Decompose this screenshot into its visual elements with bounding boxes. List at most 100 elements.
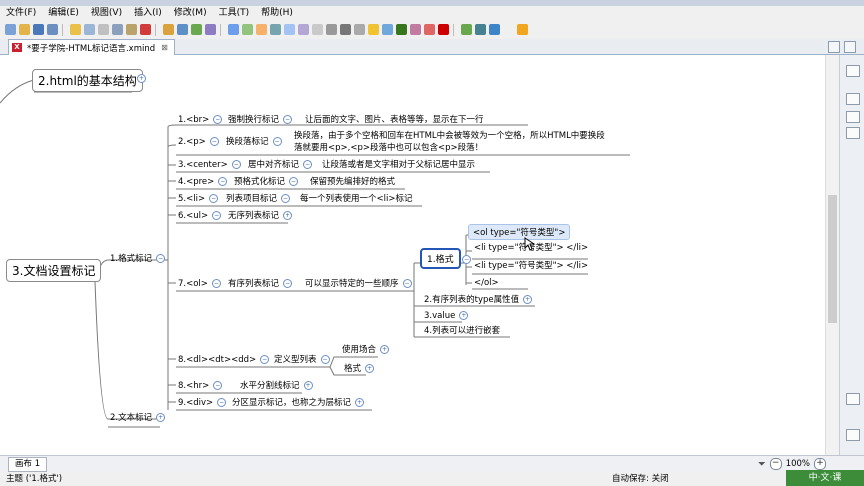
up-arrow-icon[interactable] bbox=[517, 24, 528, 35]
topic-ol-value[interactable]: 3.value + bbox=[424, 311, 469, 322]
topic-pre-desc[interactable]: 保留预先编排好的格式 bbox=[310, 177, 395, 188]
expand-text-tags-icon[interactable]: + bbox=[156, 413, 166, 422]
presentation-icon[interactable] bbox=[489, 24, 500, 35]
topic-ul[interactable]: 6.<ul> − bbox=[178, 211, 222, 222]
audio-icon[interactable] bbox=[368, 24, 379, 35]
topic-ol-line-1[interactable]: <ol type="符号类型"> bbox=[468, 224, 571, 240]
editor-tab[interactable]: X *要子学院-HTML标记语言.xmind ⊠ bbox=[8, 39, 175, 55]
collapse-format-icon[interactable]: − bbox=[156, 254, 166, 263]
topic-p-name[interactable]: 换段落标记 − bbox=[226, 137, 282, 148]
topic-center[interactable]: 3.<center> − bbox=[178, 160, 241, 171]
topic-dl[interactable]: 8.<dl><dt><dd> − bbox=[178, 355, 270, 366]
callout-icon[interactable] bbox=[205, 24, 216, 35]
topic-ol-name[interactable]: 有序列表标记 − bbox=[228, 279, 293, 290]
stop-icon[interactable] bbox=[424, 24, 435, 35]
topic-p[interactable]: 2.<p> − bbox=[178, 137, 219, 148]
go-down-icon[interactable] bbox=[461, 24, 472, 35]
save-all-icon[interactable] bbox=[47, 24, 58, 35]
redo-icon[interactable] bbox=[84, 24, 95, 35]
open-icon[interactable] bbox=[19, 24, 30, 35]
panel-restore-icon[interactable] bbox=[846, 393, 860, 405]
topic-ol-nest[interactable]: 4.列表可以进行嵌套 bbox=[424, 326, 500, 337]
zoom-level[interactable]: 100% bbox=[786, 459, 810, 469]
panel-settings-icon[interactable] bbox=[846, 429, 860, 441]
topic-text-tags[interactable]: 2.文本标记 + bbox=[110, 413, 166, 424]
image-icon[interactable] bbox=[340, 24, 351, 35]
equation-icon[interactable] bbox=[382, 24, 393, 35]
menu-tools[interactable]: 工具(T) bbox=[213, 6, 256, 21]
topic-ol-desc[interactable]: 可以显示特定的一些顺序 − bbox=[305, 279, 412, 290]
topic-li-name[interactable]: 列表项目标记 − bbox=[226, 194, 291, 205]
topic-html-structure[interactable]: 2.html的基本结构 bbox=[32, 69, 143, 92]
marker-icon[interactable] bbox=[270, 24, 281, 35]
topic-div-name[interactable]: 分区显示标记，也称之为层标记 + bbox=[232, 398, 365, 409]
record-icon[interactable] bbox=[438, 24, 449, 35]
summary-icon[interactable] bbox=[256, 24, 267, 35]
sheet-tab[interactable]: 画布 1 bbox=[8, 457, 48, 472]
topic-hr[interactable]: 8.<hr> − bbox=[178, 381, 223, 392]
expand-html-structure-icon[interactable]: + bbox=[137, 74, 146, 83]
drill-down-icon[interactable] bbox=[410, 24, 421, 35]
topic-pre[interactable]: 4.<pre> − bbox=[178, 177, 228, 188]
properties-icon[interactable] bbox=[846, 111, 860, 123]
zoom-out-icon[interactable]: − bbox=[769, 458, 782, 470]
maximize-icon[interactable] bbox=[844, 41, 856, 53]
topic-br[interactable]: 1.<br> − bbox=[178, 115, 223, 126]
topic-doc-tags[interactable]: 3.文档设置标记 bbox=[6, 259, 102, 282]
close-tab-icon[interactable]: ⊠ bbox=[161, 43, 168, 52]
go-right-icon[interactable] bbox=[475, 24, 486, 35]
topic-dl-format[interactable]: 格式 + bbox=[344, 364, 375, 375]
notes-icon[interactable] bbox=[298, 24, 309, 35]
mind-map-canvas[interactable]: 2.html的基本结构 + 3.文档设置标记 1.格式标记 − 2.文本标记 + 1… bbox=[0, 55, 825, 455]
filter-icon[interactable]: ⏷ bbox=[758, 459, 766, 470]
menu-insert[interactable]: 插入(I) bbox=[128, 6, 168, 21]
menu-edit[interactable]: 编辑(E) bbox=[42, 6, 85, 21]
topic-ol-line-3[interactable]: <li type="符号类型"> </li> bbox=[474, 261, 588, 272]
minimize-icon[interactable] bbox=[828, 41, 840, 53]
topic-div[interactable]: 9.<div> − bbox=[178, 398, 227, 409]
menu-help[interactable]: 帮助(H) bbox=[255, 6, 299, 21]
topic-ol[interactable]: 7.<ol> − bbox=[178, 279, 221, 290]
outline-icon[interactable] bbox=[846, 93, 860, 105]
topic-ol-line-4[interactable]: </ol> bbox=[474, 278, 499, 289]
topic-ol-type[interactable]: 2.有序列表的type属性值 + bbox=[424, 295, 533, 306]
topic-center-desc[interactable]: 让段落或者是文字相对于父标记居中显示 bbox=[322, 160, 475, 171]
topic-ul-name[interactable]: 无序列表标记 + bbox=[228, 211, 293, 222]
relationship-icon[interactable] bbox=[228, 24, 239, 35]
topic-hr-name[interactable]: 水平分割线标记 + bbox=[240, 381, 313, 392]
topic-li[interactable]: 5.<li> − bbox=[178, 194, 219, 205]
overview-icon[interactable] bbox=[846, 127, 860, 139]
spreadsheet-icon[interactable] bbox=[396, 24, 407, 35]
boundary-icon[interactable] bbox=[242, 24, 253, 35]
topic-format-tags[interactable]: 1.格式标记 − bbox=[110, 254, 166, 265]
scrollbar-thumb[interactable] bbox=[828, 195, 837, 323]
cut-icon[interactable] bbox=[98, 24, 109, 35]
panel-minimize-icon[interactable] bbox=[846, 65, 860, 77]
floating-topic-icon[interactable] bbox=[191, 24, 202, 35]
label-icon[interactable] bbox=[284, 24, 295, 35]
topic-br-desc[interactable]: 让后面的文字、图片、表格等等，显示在下一行 bbox=[305, 115, 484, 126]
paste-icon[interactable] bbox=[126, 24, 137, 35]
menu-view[interactable]: 视图(V) bbox=[85, 6, 128, 21]
menu-file[interactable]: 文件(F) bbox=[0, 6, 42, 21]
collapse-ol-format-icon[interactable]: − bbox=[462, 255, 471, 264]
topic-p-desc-line2[interactable]: 落就要用<p>,<p>段落中也可以包含<p>段落！ bbox=[294, 143, 483, 154]
topic-ol-format-selected[interactable]: 1.格式 bbox=[420, 248, 461, 269]
topic-dl-use[interactable]: 使用场合 + bbox=[342, 345, 390, 356]
copy-icon[interactable] bbox=[112, 24, 123, 35]
topic-br-name[interactable]: 强制换行标记 − bbox=[228, 115, 293, 126]
topic-li-desc[interactable]: 每一个列表使用一个<li>标记 bbox=[300, 194, 412, 205]
attachment-icon[interactable] bbox=[326, 24, 337, 35]
vertical-scrollbar[interactable] bbox=[825, 55, 840, 455]
subtopic-icon[interactable] bbox=[177, 24, 188, 35]
topic-pre-name[interactable]: 预格式化标记 − bbox=[234, 177, 299, 188]
dropdown-icon[interactable] bbox=[354, 24, 365, 35]
delete-icon[interactable] bbox=[140, 24, 151, 35]
menu-modify[interactable]: 修改(M) bbox=[168, 6, 213, 21]
topic-dl-name[interactable]: 定义型列表 − bbox=[274, 355, 330, 366]
new-icon[interactable] bbox=[5, 24, 16, 35]
undo-icon[interactable] bbox=[70, 24, 81, 35]
hyperlink-icon[interactable] bbox=[312, 24, 323, 35]
topic-icon[interactable] bbox=[163, 24, 174, 35]
topic-center-name[interactable]: 居中对齐标记 − bbox=[248, 160, 313, 171]
